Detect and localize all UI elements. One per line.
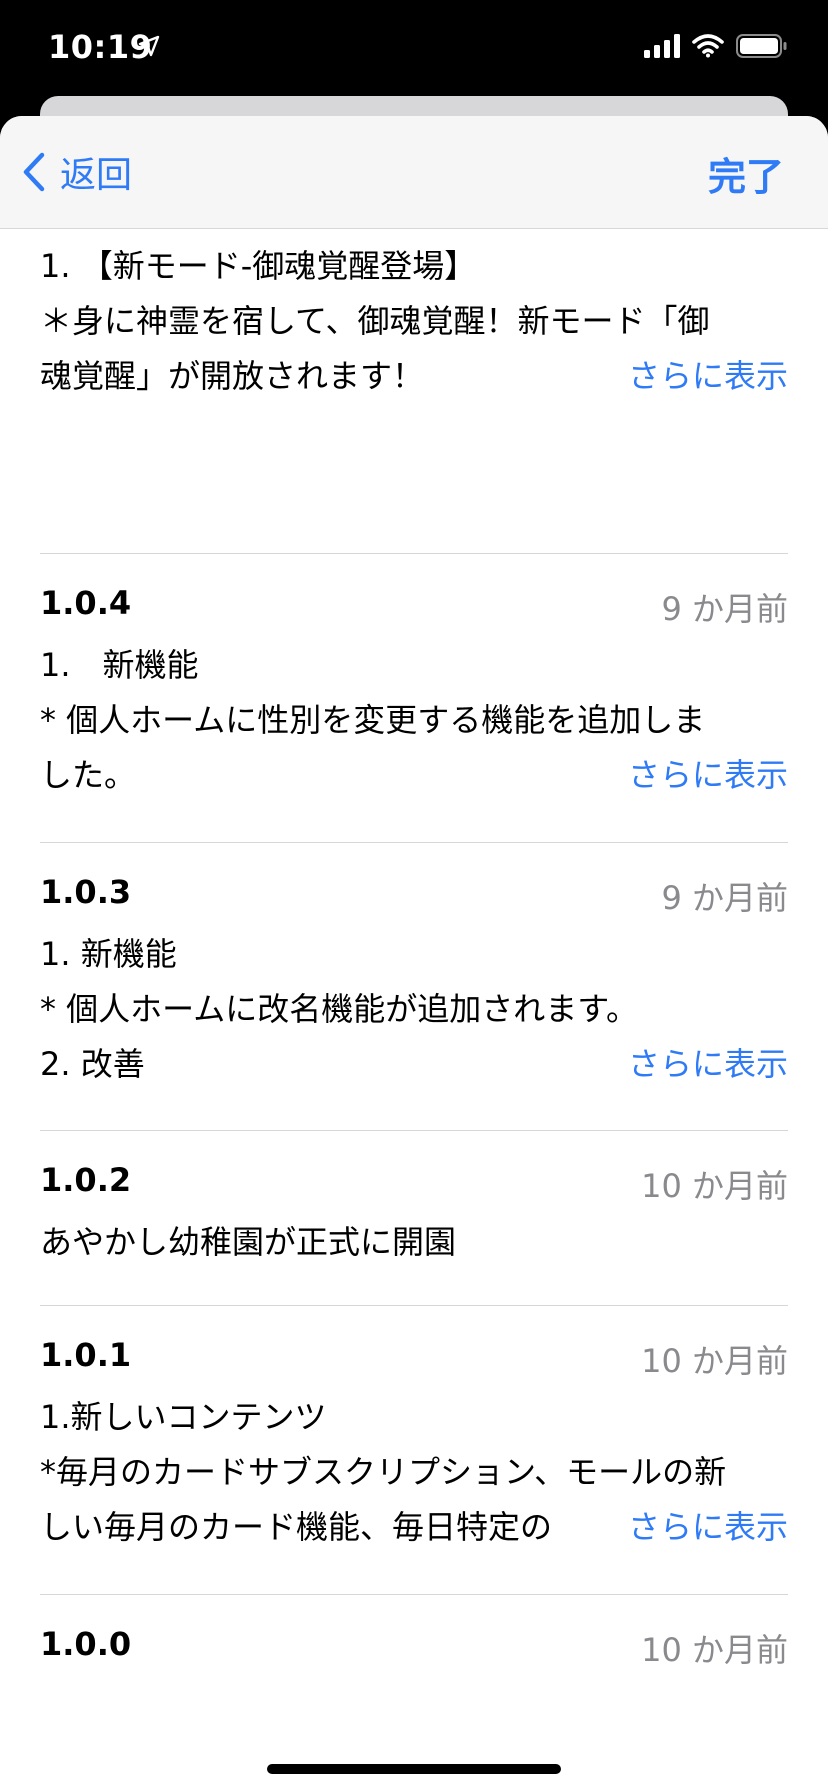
cellular-signal-icon xyxy=(644,34,680,62)
version-entry-1-0-2: 1.0.2 10 か月前 あやかし幼稚園が正式に開園 xyxy=(40,1131,788,1306)
location-arrow-icon xyxy=(138,35,160,61)
release-note-line: * 個人ホームに改名機能が追加されます。 xyxy=(40,990,639,1028)
back-button-label: 返回 xyxy=(60,155,133,196)
version-entry-1-0-0: 1.0.0 10 か月前 xyxy=(40,1595,788,1695)
back-button[interactable]: 返回 xyxy=(22,146,132,198)
release-date: 9 か月前 xyxy=(661,879,788,917)
navigation-bar: 返回 完了 xyxy=(0,116,828,229)
status-icons xyxy=(644,34,788,62)
release-date: 9 か月前 xyxy=(661,590,788,628)
wifi-icon xyxy=(692,34,724,62)
status-bar: 10:19 xyxy=(0,0,828,100)
done-button[interactable]: 完了 xyxy=(708,146,784,201)
version-number: 1.0.3 xyxy=(40,873,132,911)
battery-icon xyxy=(736,34,788,62)
release-note-line: あやかし幼稚園が正式に開園 xyxy=(40,1223,457,1261)
version-number: 1.0.1 xyxy=(40,1336,132,1374)
version-history-sheet: 返回 完了 1. 【新モード-御魂覚醒登場】 ＊身に神霊を宿して、御魂覚醒！新モ… xyxy=(0,116,828,1792)
release-date: 10 か月前 xyxy=(641,1342,788,1380)
version-number: 1.0.0 xyxy=(40,1625,132,1663)
release-note-line: した。 xyxy=(40,756,137,794)
version-number: 1.0.4 xyxy=(40,584,132,622)
show-more-link[interactable]: さらに表示 xyxy=(587,1502,788,1548)
release-note-line: 1.新しいコンテンツ xyxy=(40,1398,327,1436)
chevron-left-icon xyxy=(23,152,45,192)
version-number: 1.0.2 xyxy=(40,1161,132,1199)
version-entry-current: 1. 【新モード-御魂覚醒登場】 ＊身に神霊を宿して、御魂覚醒！新モード「御 魂… xyxy=(40,229,788,429)
status-time: 10:19 xyxy=(48,28,153,66)
release-date: 10 か月前 xyxy=(641,1167,788,1205)
release-note-line: 1. 新機能 xyxy=(40,935,177,973)
release-note-line: しい毎月のカード機能、毎日特定の xyxy=(40,1508,553,1546)
version-entry-1-0-4: 1.0.4 9 か月前 1. 新機能 * 個人ホームに性別を変更する機能を追加し… xyxy=(40,554,788,844)
version-entry-1-0-1: 1.0.1 10 か月前 1.新しいコンテンツ *毎月のカードサブスクリプション… xyxy=(40,1306,788,1596)
release-date: 10 か月前 xyxy=(641,1631,788,1669)
release-note-line: 1. 【新モード-御魂覚醒登場】 xyxy=(40,247,477,285)
release-note-line: 魂覚醒」が開放されます！ xyxy=(40,357,425,395)
release-note-line: *毎月のカードサブスクリプション、モールの新 xyxy=(40,1453,727,1491)
release-note-line: 1. 新機能 xyxy=(40,646,199,684)
show-more-link[interactable]: さらに表示 xyxy=(587,750,788,796)
show-more-link[interactable]: さらに表示 xyxy=(587,351,788,397)
version-entry-1-0-3: 1.0.3 9 か月前 1. 新機能 * 個人ホームに改名機能が追加されます。 … xyxy=(40,843,788,1133)
release-note-line: 2. 改善 xyxy=(40,1045,145,1083)
release-note-line: ＊身に神霊を宿して、御魂覚醒！新モード「御 xyxy=(40,302,710,340)
home-indicator[interactable] xyxy=(267,1764,561,1774)
release-note-line: * 個人ホームに性別を変更する機能を追加しま xyxy=(40,701,706,739)
show-more-link[interactable]: さらに表示 xyxy=(587,1039,788,1085)
